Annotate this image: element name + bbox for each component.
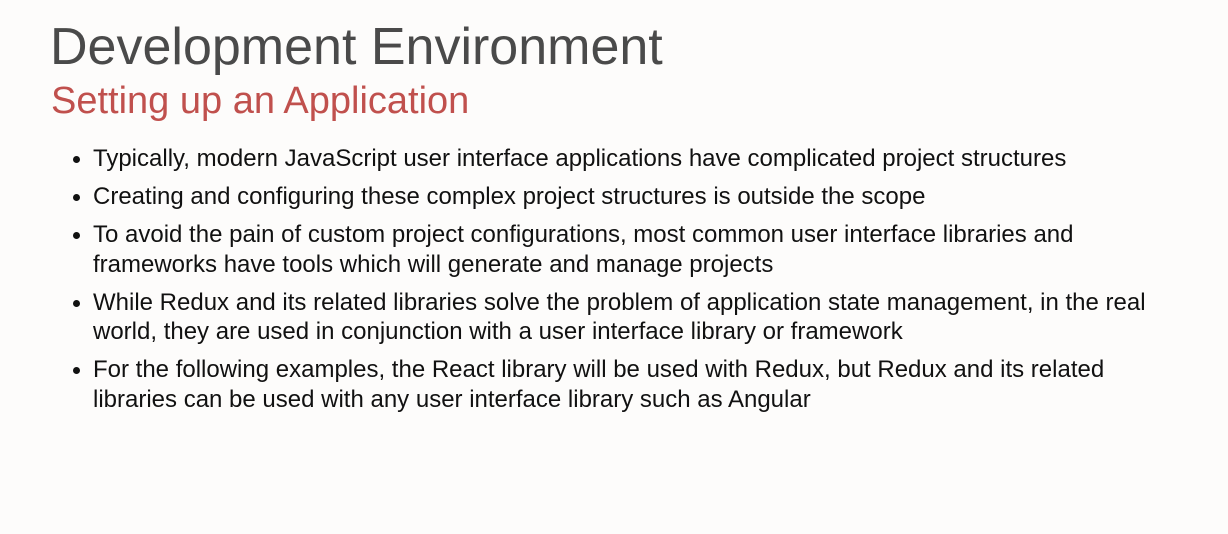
bullet-item: While Redux and its related libraries so… bbox=[73, 288, 1193, 347]
bullet-list: Typically, modern JavaScript user interf… bbox=[73, 144, 1193, 423]
bullet-item: Typically, modern JavaScript user interf… bbox=[73, 144, 1193, 174]
slide-subtitle: Setting up an Application bbox=[51, 80, 470, 122]
slide-title: Development Environment bbox=[50, 18, 663, 76]
slide: Development Environment Setting up an Ap… bbox=[0, 0, 1228, 534]
bullet-item: To avoid the pain of custom project conf… bbox=[73, 220, 1193, 279]
bullet-item: For the following examples, the React li… bbox=[73, 355, 1193, 414]
bullet-item: Creating and configuring these complex p… bbox=[73, 182, 1193, 212]
